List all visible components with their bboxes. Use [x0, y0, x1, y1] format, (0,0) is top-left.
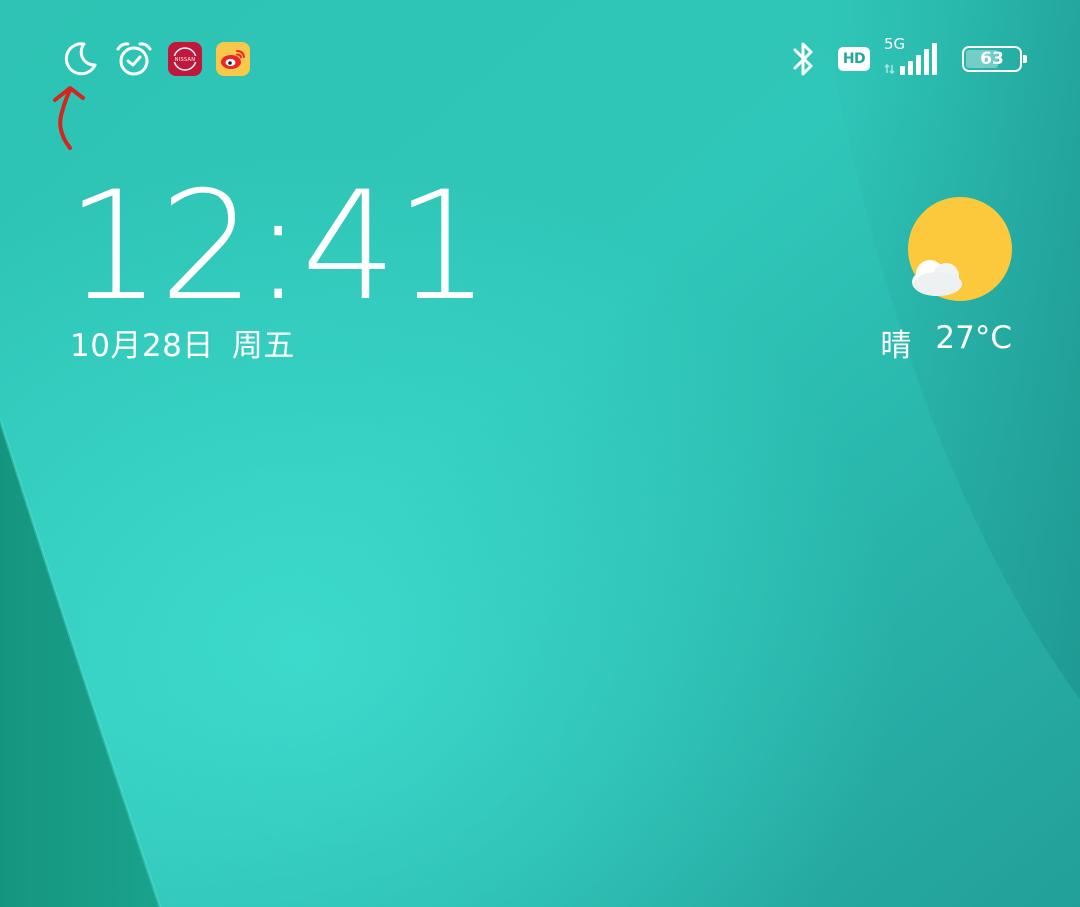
- lockscreen-date-line: 10月28日 周五: [70, 320, 295, 365]
- battery-indicator: 63: [962, 46, 1027, 72]
- status-bar-right: HD 5G 63: [784, 35, 1027, 82]
- bluetooth-icon: [784, 39, 824, 79]
- lockscreen-date: 10月28日: [70, 328, 214, 364]
- hd-voice-badge: HD: [838, 47, 870, 71]
- moon-icon: [60, 39, 100, 79]
- lockscreen-clock: 12:41: [66, 160, 490, 334]
- lockscreen-weekday: 周五: [231, 328, 295, 364]
- battery-percent: 63: [980, 48, 1004, 69]
- wallpaper: [0, 0, 1080, 907]
- network-type-label: 5G: [884, 35, 906, 53]
- annotation-arrow: [53, 86, 85, 150]
- weather-temperature: 27°C: [935, 320, 1012, 356]
- weibo-app-icon: [216, 42, 250, 76]
- weather-condition: 晴: [880, 328, 912, 364]
- svg-text:NISSAN: NISSAN: [175, 57, 196, 63]
- alarm-icon: [114, 39, 154, 79]
- sun-cloud-icon[interactable]: [900, 192, 1020, 307]
- battery-tip: [1023, 55, 1027, 63]
- cellular-signal: 5G: [884, 35, 946, 79]
- weather-summary[interactable]: 晴 27°C: [880, 320, 1012, 365]
- nissan-app-icon: NISSAN: [168, 42, 202, 76]
- status-bar-left: NISSAN: [60, 36, 250, 82]
